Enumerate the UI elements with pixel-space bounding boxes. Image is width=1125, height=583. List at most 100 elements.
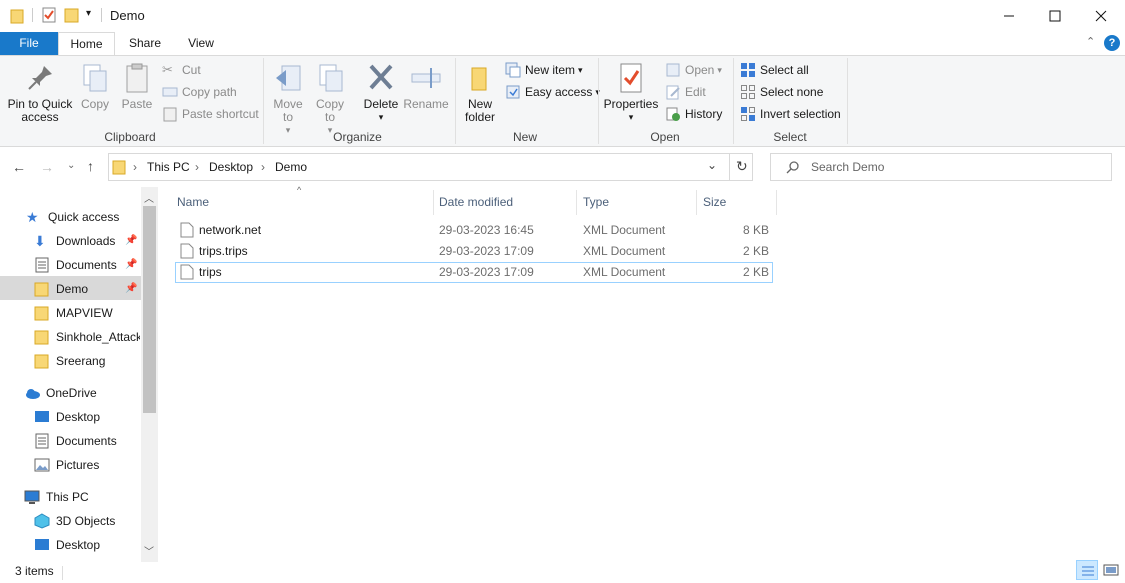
file-date: 29-03-2023 17:09	[439, 265, 534, 279]
nav-sreerang[interactable]: Sreerang	[34, 349, 140, 373]
easy-access-button[interactable]: Easy access▾	[505, 82, 600, 102]
nav-3d-objects[interactable]: 3D Objects	[34, 509, 115, 533]
qat-dropdown-icon[interactable]: ▾	[86, 8, 91, 19]
organize-group-label: Organize	[333, 130, 382, 144]
collapse-ribbon-icon[interactable]: ⌃	[1086, 35, 1095, 48]
forward-arrow-icon[interactable]: →	[40, 159, 54, 175]
maximize-button[interactable]	[1032, 0, 1078, 32]
new-folder-icon	[471, 67, 487, 91]
nav-onedrive-desktop[interactable]: Desktop	[34, 405, 100, 429]
delete-button[interactable]: Delete ▾	[361, 62, 401, 124]
rename-icon	[411, 68, 441, 88]
properties-button[interactable]: Properties ▾	[603, 62, 659, 124]
file-row[interactable]: network.net 29-03-2023 16:45 XML Documen…	[175, 220, 773, 241]
history-button[interactable]: History	[665, 104, 722, 124]
file-size: 2 KB	[742, 244, 769, 258]
breadcrumb-this-pc[interactable]: This PC	[147, 160, 190, 174]
pin-icon: 📌	[125, 283, 138, 294]
properties-qat-icon[interactable]	[41, 7, 57, 23]
breadcrumb-desktop[interactable]: Desktop	[209, 160, 253, 174]
window-title: Demo	[110, 8, 145, 23]
nav-onedrive-pictures[interactable]: Pictures	[34, 453, 99, 477]
file-name: trips.trips	[199, 244, 248, 258]
move-to-button[interactable]: Move to ▾	[270, 62, 306, 137]
file-row[interactable]: trips.trips 29-03-2023 17:09 XML Documen…	[175, 241, 773, 262]
back-arrow-icon[interactable]: ←	[12, 159, 26, 175]
documents-icon	[35, 257, 49, 273]
address-bar[interactable]	[108, 153, 753, 181]
nav-sinkhole-attack[interactable]: Sinkhole_Attack_	[34, 325, 140, 349]
cut-button[interactable]: ✂ Cut	[162, 60, 201, 80]
up-arrow-icon[interactable]: ↑	[87, 158, 94, 174]
file-icon	[180, 264, 194, 280]
tab-view[interactable]: View	[178, 32, 224, 55]
folder-icon	[112, 160, 126, 175]
invert-selection-button[interactable]: Invert selection	[740, 104, 841, 124]
minimize-button[interactable]	[986, 0, 1032, 32]
tab-home[interactable]: Home	[58, 32, 115, 56]
status-bar: 3 items	[0, 562, 1125, 583]
new-item-icon	[505, 62, 521, 78]
folder-icon	[10, 9, 24, 24]
new-group-label: New	[512, 130, 537, 144]
scroll-up-icon[interactable]: ︿	[144, 190, 154, 205]
new-item-button[interactable]: New item ▾	[505, 60, 583, 80]
history-icon	[666, 107, 680, 121]
paste-shortcut-button[interactable]: Paste shortcut	[162, 104, 259, 124]
open-button[interactable]: Open ▾	[665, 60, 722, 80]
scissors-icon: ✂	[162, 62, 173, 77]
breadcrumb-separator[interactable]: ›	[195, 160, 199, 174]
copy-path-button[interactable]: Copy path	[162, 82, 237, 102]
recent-locations-icon[interactable]: ⌄	[67, 160, 75, 171]
paste-icon	[126, 63, 148, 93]
nav-quick-access[interactable]: ★ Quick access	[26, 205, 119, 229]
file-icon	[180, 222, 194, 238]
star-icon: ★	[26, 209, 39, 225]
nav-this-pc[interactable]: This PC	[24, 485, 89, 509]
details-view-button[interactable]	[1076, 560, 1098, 580]
select-all-button[interactable]: Select all	[740, 60, 809, 80]
close-button[interactable]	[1078, 0, 1124, 32]
edit-icon	[666, 85, 680, 100]
pin-icon: 📌	[125, 235, 138, 246]
new-folder-button[interactable]: New folder	[460, 62, 500, 124]
column-header-size[interactable]: Size	[698, 187, 774, 215]
breadcrumb-separator[interactable]: ›	[133, 160, 137, 174]
title-bar: ▾ Demo	[0, 0, 1125, 32]
nav-mapview[interactable]: MAPVIEW	[34, 301, 140, 325]
nav-onedrive-documents[interactable]: Documents	[34, 429, 117, 453]
breadcrumb-demo[interactable]: Demo	[275, 160, 307, 174]
desktop-icon	[35, 411, 49, 422]
refresh-icon[interactable]: ↻	[736, 158, 748, 175]
breadcrumb-separator[interactable]: ›	[261, 160, 265, 174]
edit-button[interactable]: Edit	[665, 82, 706, 102]
column-header-type[interactable]: Type	[578, 187, 696, 215]
copy-button[interactable]: Copy	[78, 62, 112, 111]
tab-file[interactable]: File	[0, 32, 58, 55]
nav-onedrive[interactable]: OneDrive	[24, 381, 97, 405]
rename-button[interactable]: Rename	[403, 62, 449, 111]
nav-this-pc-desktop[interactable]: Desktop	[34, 533, 100, 557]
search-placeholder: Search Demo	[811, 160, 885, 174]
nav-scrollbar-thumb[interactable]	[143, 206, 156, 413]
pin-quick-access-button[interactable]: Pin to Quick access	[5, 62, 75, 124]
file-icon	[180, 243, 194, 259]
file-date: 29-03-2023 16:45	[439, 223, 534, 237]
large-icons-view-button[interactable]	[1101, 561, 1121, 579]
help-icon[interactable]: ?	[1104, 35, 1120, 51]
pin-icon	[28, 66, 52, 90]
column-header-date[interactable]: Date modified	[434, 187, 576, 215]
file-row-focused[interactable]: trips 29-03-2023 17:09 XML Document 2 KB	[175, 262, 773, 283]
file-size: 2 KB	[742, 265, 769, 279]
column-header-name[interactable]: Name	[172, 187, 434, 215]
copy-to-button[interactable]: Copy to ▾	[312, 62, 348, 137]
file-type: XML Document	[583, 265, 666, 279]
new-folder-qat-icon[interactable]	[64, 7, 80, 23]
address-dropdown-icon[interactable]: ⌄	[707, 158, 717, 172]
tab-share[interactable]: Share	[122, 32, 168, 55]
scroll-down-icon[interactable]: ﹀	[144, 543, 154, 558]
select-none-button[interactable]: Select none	[740, 82, 823, 102]
file-name: trips	[199, 265, 222, 279]
paste-button[interactable]: Paste	[118, 62, 156, 111]
group-divider	[455, 58, 456, 144]
